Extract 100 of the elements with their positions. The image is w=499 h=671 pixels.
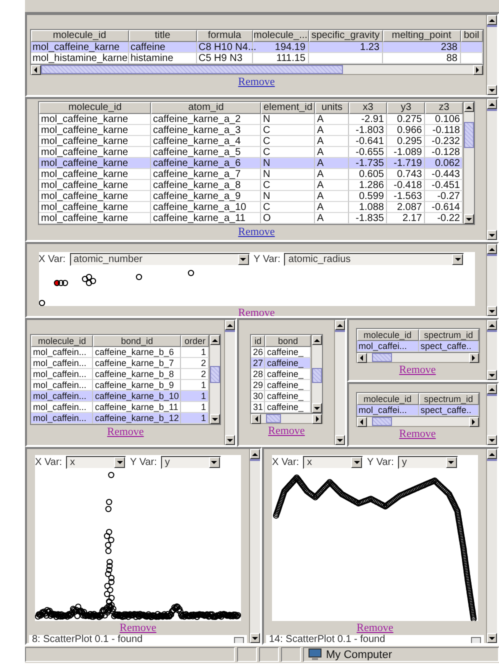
table-cell: mol_caffei... xyxy=(356,341,418,352)
column-header[interactable]: melting_point xyxy=(382,30,460,42)
table-row[interactable]: 27 caffeine_ xyxy=(251,358,311,369)
table-row[interactable]: 31 caffeine_ xyxy=(251,402,311,413)
remove-link[interactable]: Remove xyxy=(399,364,436,376)
column-header[interactable]: molecule_id xyxy=(39,102,151,114)
remove-link[interactable]: Remove xyxy=(268,425,305,437)
remove-link[interactable]: Remove xyxy=(120,622,156,634)
y-var-select[interactable]: y xyxy=(160,456,221,468)
table-row[interactable]: mol_caffei... spect_caffe.. xyxy=(356,341,478,352)
horizontal-scrollbar[interactable] xyxy=(356,417,480,427)
table-row[interactable]: mol_caffein... caffeine_karne_b_9 1 xyxy=(31,380,209,391)
horizontal-scrollbar[interactable] xyxy=(356,353,480,363)
column-header[interactable]: x3 xyxy=(349,102,387,114)
table-cell: C5 H9 N3 xyxy=(196,53,252,64)
table-row[interactable]: mol_caffeine_karne caffeine_karne_a_5 C A -0.655 -1.089 -0.128 xyxy=(39,147,463,158)
x-var-select[interactable]: x xyxy=(303,456,364,468)
column-header[interactable]: z3 xyxy=(425,102,463,114)
remove-link[interactable]: Remove xyxy=(356,622,394,634)
table-row[interactable]: mol_caffein... caffeine_karne_b_10 1 xyxy=(31,391,209,402)
status-text: 14: ScatterPlot 0.1 - found xyxy=(269,635,386,643)
tray-item[interactable]: My Computer xyxy=(303,647,499,662)
table-row[interactable]: mol_caffein... caffeine_karne_b_11 1 xyxy=(31,402,209,413)
table-row[interactable]: mol_caffein... caffeine_karne_b_7 2 xyxy=(31,358,209,369)
table-cell: mol_caffein... xyxy=(31,413,93,424)
column-header[interactable]: molecule_id xyxy=(30,30,128,42)
y-var-select[interactable]: y xyxy=(398,456,458,468)
vertical-scrollbar[interactable] xyxy=(486,449,497,643)
vertical-scrollbar[interactable] xyxy=(486,244,497,316)
taskbar-button[interactable] xyxy=(237,647,257,662)
table-cell: mol_caffeine_karne xyxy=(39,213,151,224)
y-var-label: Y Var: xyxy=(130,456,157,468)
table-row[interactable]: 26 caffeine_ xyxy=(251,347,311,358)
column-header[interactable]: boil xyxy=(460,30,482,42)
table-cell: mol_caffei... xyxy=(356,405,418,416)
column-header[interactable]: molecule_id xyxy=(356,393,418,405)
table-row[interactable]: 28 caffeine_ xyxy=(251,369,311,380)
column-header[interactable]: molecule_id xyxy=(356,329,418,341)
column-header[interactable]: formula xyxy=(196,30,252,42)
table-row[interactable]: mol_caffeine_karne caffeine_karne_a_10 C A 1.088 2.087 -0.614 xyxy=(39,202,463,213)
vertical-scrollbar[interactable] xyxy=(249,449,260,643)
column-header[interactable]: molecule_... xyxy=(252,30,308,42)
remove-link[interactable]: Remove xyxy=(238,307,275,316)
table-row[interactable]: mol_caffeine_karne caffeine_karne_a_4 C A -0.641 0.295 -0.232 xyxy=(39,136,463,147)
column-header[interactable]: bond xyxy=(265,335,311,347)
taskbar-button[interactable] xyxy=(259,647,279,662)
column-header[interactable]: bond_id xyxy=(93,335,181,347)
table-row[interactable]: 30 caffeine_ xyxy=(251,391,311,402)
vertical-scrollbar[interactable] xyxy=(224,320,235,445)
vertical-scrollbar[interactable] xyxy=(486,384,497,445)
table-row[interactable]: mol_caffeine_karne caffeine_karne_a_3 C A -1.803 0.966 -0.118 xyxy=(39,125,463,136)
table-row[interactable]: mol_caffeine_karne caffeine_karne_a_8 C A 1.286 -0.418 -0.451 xyxy=(39,180,463,191)
remove-link[interactable]: Remove xyxy=(238,76,275,88)
horizontal-scrollbar[interactable] xyxy=(30,65,484,75)
remove-link[interactable]: Remove xyxy=(399,428,436,440)
vertical-scrollbar[interactable] xyxy=(311,335,322,413)
table-row[interactable]: mol_caffeine_karne caffeine_karne_a_9 N A 0.599 -1.563 -0.27 xyxy=(39,191,463,202)
column-header[interactable]: order xyxy=(181,335,209,347)
horizontal-scrollbar[interactable] xyxy=(250,414,323,424)
taskbar-button[interactable] xyxy=(25,647,235,662)
y-var-label: Y Var: xyxy=(254,254,280,264)
vertical-scrollbar[interactable] xyxy=(334,320,345,445)
table-row[interactable]: 29 caffeine_ xyxy=(251,380,311,391)
table-row[interactable]: mol_caffei... spect_caffe.. xyxy=(356,405,478,416)
table-row[interactable]: mol_caffein... caffeine_karne_b_8 2 xyxy=(31,369,209,380)
column-header[interactable]: molecule_id xyxy=(31,335,93,347)
vertical-scrollbar[interactable] xyxy=(486,15,497,95)
x-var-select[interactable]: x xyxy=(66,456,126,468)
table-row[interactable]: mol_histamine_karne histamine C5 H9 N3 111.15 88 xyxy=(30,53,482,64)
table-row[interactable]: mol_caffeine_karne caffeine C8 H10 N4... 194.19 1.23 238 xyxy=(30,42,482,53)
table-row[interactable]: mol_caffein... caffeine_karne_b_12 1 xyxy=(31,413,209,424)
vertical-scrollbar[interactable] xyxy=(209,335,220,424)
table-cell: O xyxy=(261,213,315,224)
column-header[interactable]: id xyxy=(251,335,265,347)
column-header[interactable]: title xyxy=(128,30,196,42)
column-header[interactable]: atom_id xyxy=(151,102,261,114)
column-header[interactable]: units xyxy=(315,102,349,114)
taskbar-button[interactable] xyxy=(281,647,301,662)
vertical-scrollbar[interactable] xyxy=(486,99,497,240)
column-header[interactable]: spectrum_id xyxy=(418,329,478,341)
table-cell: caffeine_karne_a_11 xyxy=(151,213,261,224)
vertical-scrollbar[interactable] xyxy=(463,102,474,224)
x-var-select[interactable]: atomic_number xyxy=(70,252,250,266)
table-cell: histamine xyxy=(128,53,196,64)
column-header[interactable]: y3 xyxy=(387,102,425,114)
y-var-select[interactable]: atomic_radius xyxy=(284,252,464,266)
table-cell: spect_caffe.. xyxy=(418,341,478,352)
column-header[interactable]: spectrum_id xyxy=(418,393,478,405)
column-header[interactable]: element_id xyxy=(261,102,315,114)
table-cell: caffeine_karne_b_12 xyxy=(93,413,181,424)
x-var-label: X Var: xyxy=(35,456,62,468)
table-row[interactable]: mol_caffein... caffeine_karne_b_6 1 xyxy=(31,347,209,358)
remove-link[interactable]: Remove xyxy=(107,426,144,438)
table-row[interactable]: mol_caffeine_karne caffeine_karne_a_7 N A 0.605 0.743 -0.443 xyxy=(39,169,463,180)
column-header[interactable]: specific_gravity xyxy=(308,30,382,42)
table-row[interactable]: mol_caffeine_karne caffeine_karne_a_2 N A -2.91 0.275 0.106 xyxy=(39,114,463,125)
table-row[interactable]: mol_caffeine_karne caffeine_karne_a_6 N A -1.735 -1.719 0.062 xyxy=(39,158,463,169)
vertical-scrollbar[interactable] xyxy=(486,320,497,380)
remove-link[interactable]: Remove xyxy=(238,226,275,238)
table-row[interactable]: mol_caffeine_karne caffeine_karne_a_11 O A -1.835 2.17 -0.22 xyxy=(39,213,463,224)
